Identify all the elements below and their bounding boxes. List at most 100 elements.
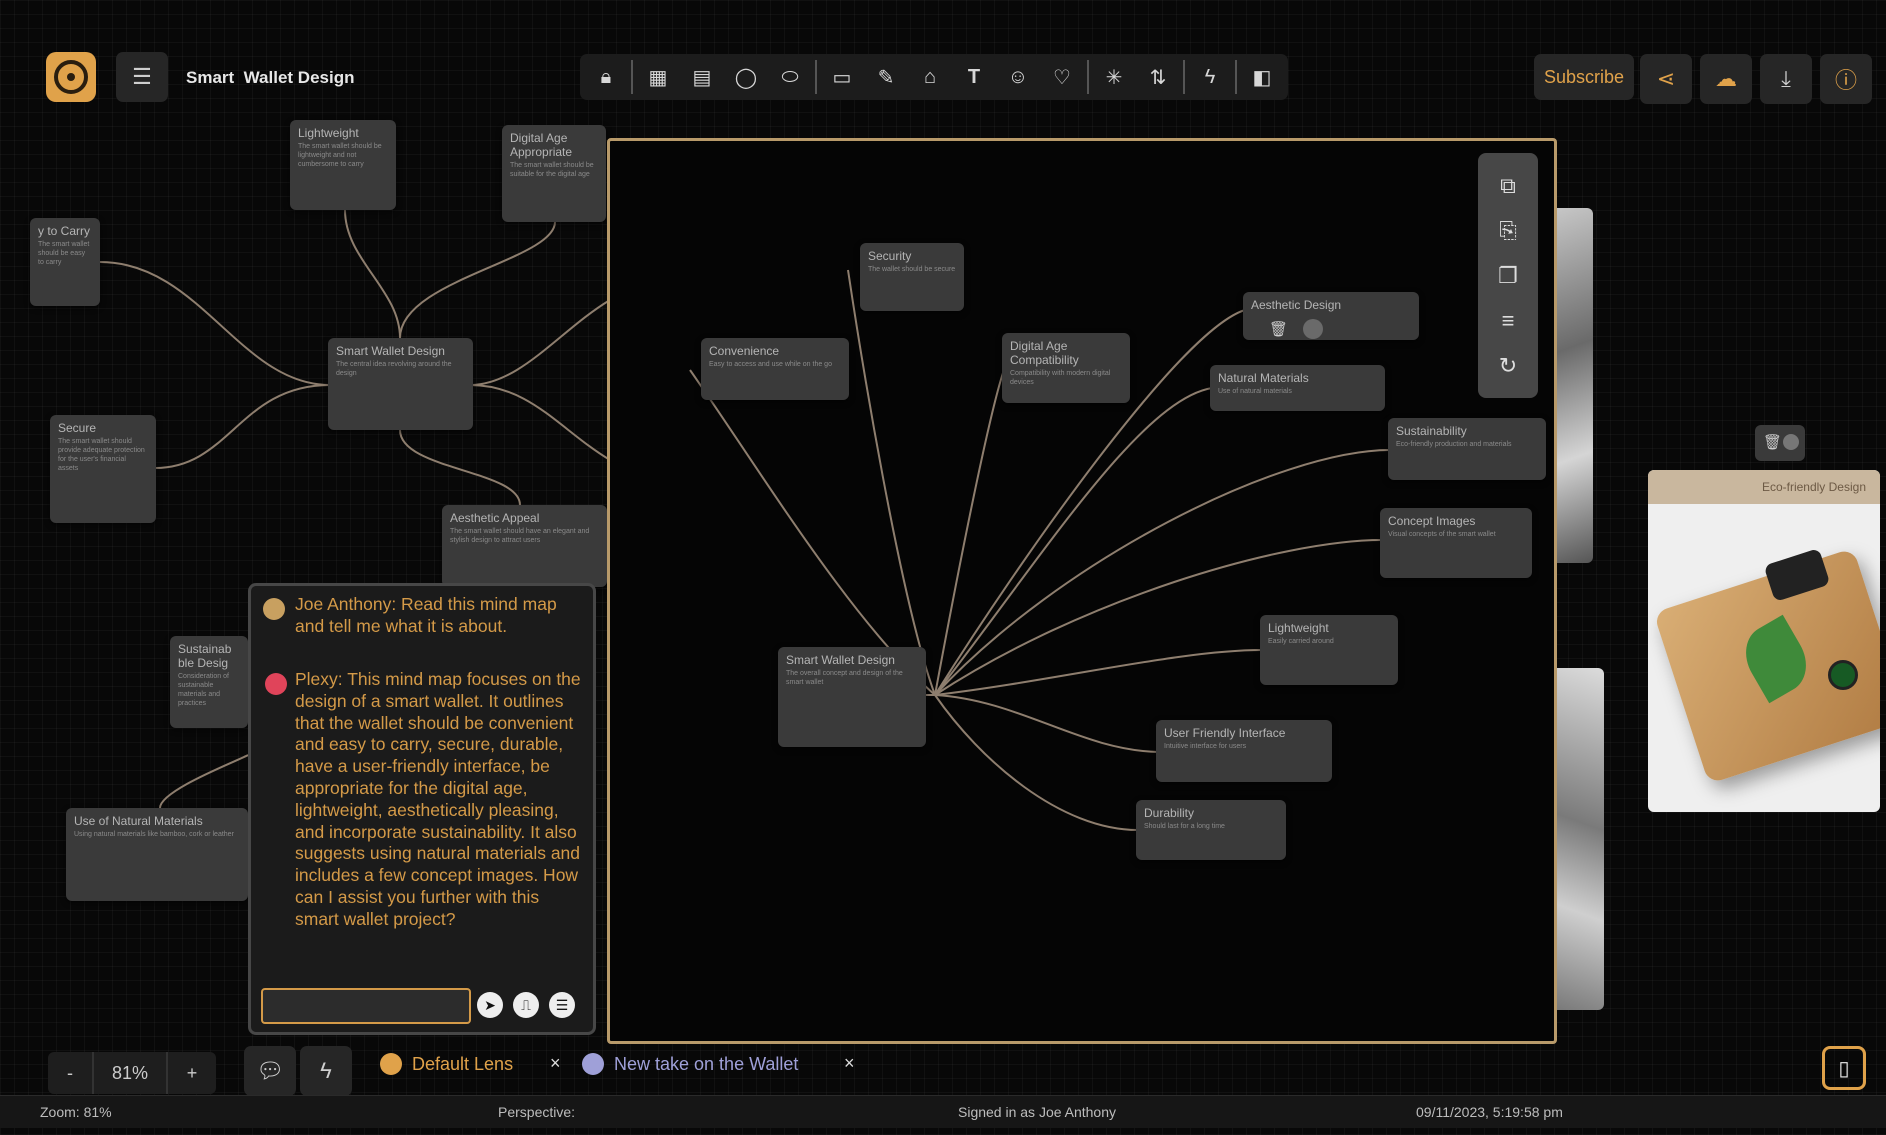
ai-avatar <box>265 673 287 695</box>
wallet-image <box>1653 540 1880 785</box>
mindmap-node[interactable]: Natural Materials Use of natural materia… <box>1210 365 1385 411</box>
node-description: Use of natural materials <box>1218 388 1292 395</box>
bolt-icon[interactable]: ϟ <box>1188 55 1232 99</box>
menu-icon[interactable]: ☰ <box>116 52 168 102</box>
mindmap-node[interactable]: Durability Should last for a long time <box>1136 800 1286 860</box>
node-title: Durability <box>1144 806 1195 820</box>
lens-tab[interactable]: New take on the Wallet <box>582 1052 798 1076</box>
node-description: Eco-friendly production and materials <box>1396 441 1512 448</box>
mindmap-node[interactable]: User Friendly Interface Intuitive interf… <box>1156 720 1332 782</box>
node-title: Lightweight <box>1268 621 1329 635</box>
status-perspective: Perspective: <box>498 1104 576 1120</box>
lock-icon[interactable]: 🔒︎ <box>584 55 628 99</box>
toolbar-divider <box>1087 60 1089 94</box>
ai-message: Plexy: This mind map focuses on the desi… <box>295 669 581 929</box>
align-icon[interactable]: ≡ <box>1502 308 1515 334</box>
node-title: Smart Wallet Design <box>786 653 895 667</box>
node-title: User Friendly Interface <box>1164 726 1286 740</box>
mindmap-node[interactable]: Lightweight Easily carried around <box>1260 615 1398 685</box>
chat-panel: Joe Anthony: Read this mind map and tell… <box>248 583 596 1035</box>
copy-icon[interactable]: ⧉ <box>1500 173 1516 199</box>
panel-icon[interactable]: ◧ <box>1240 55 1284 99</box>
status-zoom: Zoom: 81% <box>40 1104 112 1120</box>
mindmap-node[interactable]: Smart Wallet Design The overall concept … <box>778 647 926 747</box>
frame-action-toolbar: ⧉ ⎘ ❐ ≡ ↻ <box>1478 153 1538 398</box>
zoom-value: 81% <box>92 1052 168 1094</box>
mindmap-node[interactable]: Aesthetic Design 🗑 <box>1243 292 1419 340</box>
user-avatar <box>263 598 285 620</box>
node-title: Security <box>868 249 912 263</box>
node-title: Natural Materials <box>1218 371 1309 385</box>
toolbar-divider <box>815 60 817 94</box>
node-description: Compatibility with modern digital device… <box>1010 370 1111 386</box>
node-title: Concept Images <box>1388 514 1476 528</box>
image-card[interactable]: Eco-friendly Design <box>1648 470 1880 812</box>
mindmap-node[interactable]: Sustainability Eco-friendly production a… <box>1388 418 1546 480</box>
trash-icon[interactable]: 🗑 <box>1269 320 1288 338</box>
paste-icon[interactable]: ⎘ <box>1499 218 1517 244</box>
help-icon[interactable]: ⓘ <box>1820 54 1872 104</box>
node-title: Convenience <box>709 344 780 358</box>
lens-tab[interactable]: Default Lens <box>380 1052 513 1076</box>
lens-close-button[interactable]: × <box>550 1053 561 1074</box>
node-description: Intuitive interface for users <box>1164 743 1247 750</box>
node-description: Easy to access and use while on the go <box>709 361 832 368</box>
lens-color-icon <box>582 1053 604 1075</box>
app-logo[interactable] <box>46 52 96 102</box>
cloud-upload-icon[interactable]: ☁ <box>1700 54 1752 104</box>
palette-icon[interactable] <box>1783 434 1799 450</box>
pill-icon[interactable]: ⬭ <box>768 55 812 99</box>
node-description: Easily carried around <box>1268 638 1334 645</box>
download-icon[interactable]: ⤓ <box>1760 54 1812 104</box>
tag-icon[interactable]: ⌂ <box>908 55 952 99</box>
grid-icon[interactable]: ▦ <box>636 55 680 99</box>
lens-label: New take on the Wallet <box>614 1053 799 1074</box>
node-description: The wallet should be secure <box>868 266 956 273</box>
subscribe-button[interactable]: Subscribe <box>1534 54 1634 100</box>
mindmap-node[interactable]: Security The wallet should be secure <box>860 243 964 311</box>
mindmap-node[interactable]: Concept Images Visual concepts of the sm… <box>1380 508 1532 578</box>
node-title: Sustainability <box>1396 424 1467 438</box>
chat-options-icon[interactable]: ☰ <box>549 992 575 1018</box>
status-datetime: 09/11/2023, 5:19:58 pm <box>1416 1104 1563 1120</box>
chat-icon[interactable]: 💬︎ <box>244 1046 296 1096</box>
heart-icon[interactable]: ♡ <box>1040 55 1084 99</box>
flash-icon[interactable]: ϟ <box>300 1046 352 1096</box>
user-message: Joe Anthony: Read this mind map and tell… <box>295 594 557 636</box>
emoji-icon[interactable]: ☺ <box>996 55 1040 99</box>
sort-icon[interactable]: ⇅ <box>1136 55 1180 99</box>
node-description: The overall concept and design of the sm… <box>786 670 903 686</box>
share-icon[interactable]: ⋖ <box>1640 54 1692 104</box>
circle-icon[interactable]: ◯ <box>724 55 768 99</box>
mindmap-node[interactable]: Digital Age Compatibility Compatibility … <box>1002 333 1130 403</box>
list-icon[interactable]: ▤ <box>680 55 724 99</box>
toolbar-divider <box>1183 60 1185 94</box>
refresh-icon[interactable]: ↻ <box>1499 353 1517 379</box>
trash-icon[interactable]: 🗑 <box>1763 433 1782 451</box>
node-title: Aesthetic Design <box>1251 298 1342 312</box>
lens-label: Default Lens <box>412 1053 514 1074</box>
send-icon[interactable]: ➤ <box>477 992 503 1018</box>
image-card-title: Eco-friendly Design <box>1648 470 1880 504</box>
attach-icon[interactable]: ⎍ <box>513 992 539 1018</box>
network-icon[interactable]: ✳ <box>1092 55 1136 99</box>
card-actions: 🗑 <box>1755 425 1805 461</box>
mindmap-node[interactable]: Convenience Easy to access and use while… <box>701 338 849 400</box>
node-description: Should last for a long time <box>1144 823 1225 830</box>
zoom-in-button[interactable]: + <box>168 1052 216 1094</box>
page-title[interactable]: Smart Wallet Design <box>186 68 354 88</box>
status-signed-in: Signed in as Joe Anthony <box>958 1104 1117 1120</box>
node-description: Visual concepts of the smart wallet <box>1388 531 1496 538</box>
zoom-out-button[interactable]: - <box>48 1052 92 1094</box>
minimap-toggle-icon[interactable]: ▯ <box>1822 1046 1866 1090</box>
toolbar-divider <box>1235 60 1237 94</box>
palette-icon[interactable] <box>1303 319 1323 339</box>
toolbar-divider <box>631 60 633 94</box>
duplicate-icon[interactable]: ❐ <box>1498 263 1518 289</box>
status-bar: Zoom: 81% Perspective: Signed in as Joe … <box>0 1095 1886 1128</box>
text-icon[interactable]: T <box>952 55 996 99</box>
lens-close-button[interactable]: × <box>844 1053 855 1074</box>
rectangle-icon[interactable]: ▭ <box>820 55 864 99</box>
pen-icon[interactable]: ✎ <box>864 55 908 99</box>
chat-input[interactable] <box>261 988 471 1024</box>
